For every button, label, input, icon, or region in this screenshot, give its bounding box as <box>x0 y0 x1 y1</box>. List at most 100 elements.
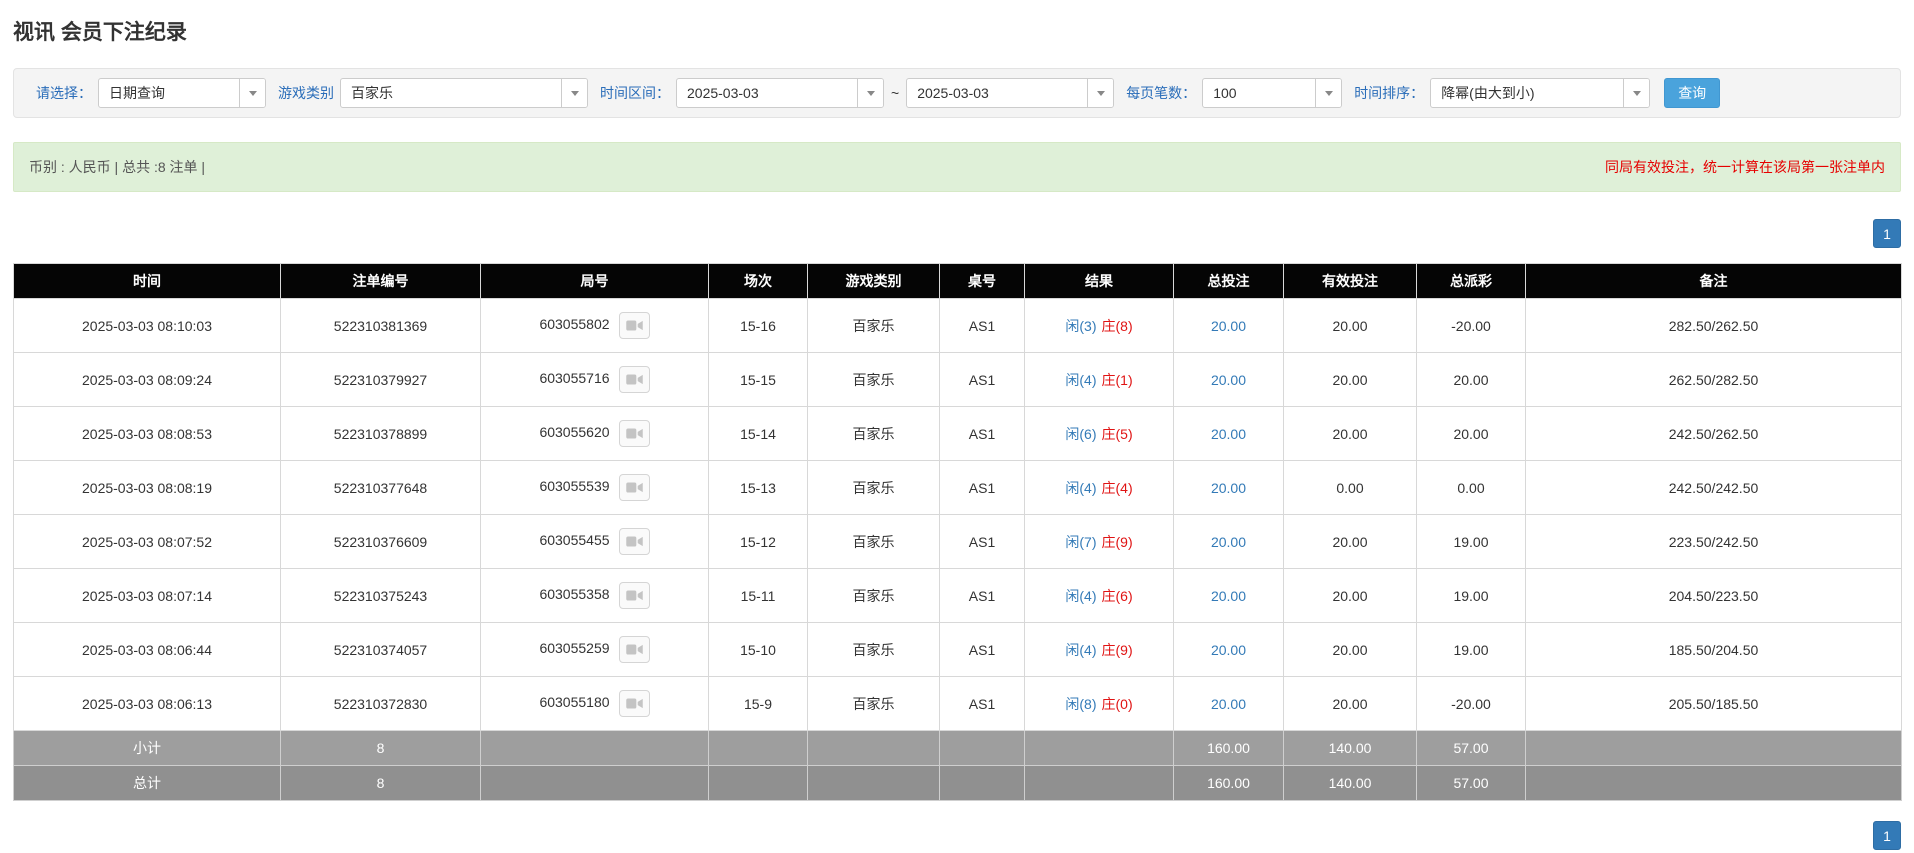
cell-remark: 185.50/204.50 <box>1525 622 1902 677</box>
game-type-input[interactable] <box>341 79 561 107</box>
page-size-dropdown-button[interactable] <box>1315 79 1342 107</box>
total-bet-link[interactable]: 20.00 <box>1211 534 1246 550</box>
cell-payout: 20.00 <box>1416 352 1526 407</box>
video-replay-button[interactable] <box>618 690 650 717</box>
cell-table-no: AS1 <box>939 676 1025 731</box>
total-bet-link[interactable]: 20.00 <box>1211 372 1246 388</box>
search-button[interactable]: 查询 <box>1664 78 1721 108</box>
result-player: 闲(6) <box>1065 425 1097 442</box>
subtotal-total-bet: 160.00 <box>1173 730 1284 766</box>
round-id-text: 603055802 <box>539 316 610 333</box>
cell-game: 百家乐 <box>807 352 940 407</box>
video-replay-button[interactable] <box>618 636 650 663</box>
cell-valid-bet: 20.00 <box>1283 298 1417 353</box>
video-camera-icon <box>625 320 643 331</box>
game-type-dropdown-button[interactable] <box>561 79 587 107</box>
cell-session: 15-12 <box>708 514 808 569</box>
cell-bet-id: 522310377648 <box>280 460 481 515</box>
cell-round-id: 603055802 <box>480 298 709 353</box>
col-header-bet-id: 注单编号 <box>280 263 481 299</box>
cell-round-id: 603055539 <box>480 460 709 515</box>
cell-bet-id: 522310378899 <box>280 406 481 461</box>
total-bet-link[interactable]: 20.00 <box>1211 696 1246 712</box>
cell-time: 2025-03-03 08:06:13 <box>13 676 281 731</box>
cell-round-id: 603055620 <box>480 406 709 461</box>
range-separator: ~ <box>891 85 900 101</box>
cell-time: 2025-03-03 08:08:53 <box>13 406 281 461</box>
grand-total-valid-bet: 140.00 <box>1283 765 1417 801</box>
table-row: 2025-03-03 08:09:24 522310379927 6030557… <box>13 352 1902 407</box>
cell-bet-id: 522310379927 <box>280 352 481 407</box>
col-header-result: 结果 <box>1024 263 1174 299</box>
video-replay-button[interactable] <box>618 312 650 339</box>
video-replay-button[interactable] <box>618 582 650 609</box>
game-type-combobox <box>340 78 588 108</box>
video-replay-button[interactable] <box>618 474 650 501</box>
video-camera-icon <box>625 428 643 439</box>
date-type-dropdown-button[interactable] <box>239 79 265 107</box>
page-1-button[interactable]: 1 <box>1873 821 1901 850</box>
total-bet-link[interactable]: 20.00 <box>1211 588 1246 604</box>
date-to-input[interactable] <box>907 79 1088 107</box>
caret-down-icon <box>570 90 579 96</box>
total-bet-link[interactable]: 20.00 <box>1211 318 1246 334</box>
cell-table-no: AS1 <box>939 622 1025 677</box>
cell-result: 闲(4) 庄(9) <box>1024 622 1174 677</box>
page-1-button[interactable]: 1 <box>1873 219 1901 248</box>
date-from-input[interactable] <box>677 79 857 107</box>
result-banker: 庄(9) <box>1101 533 1133 550</box>
date-type-input[interactable] <box>99 79 239 107</box>
cell-bet-id: 522310376609 <box>280 514 481 569</box>
round-id-text: 603055259 <box>539 640 610 657</box>
round-id-text: 603055455 <box>539 532 610 549</box>
grand-total-label: 总计 <box>13 765 281 801</box>
cell-total-bet: 20.00 <box>1173 460 1284 515</box>
cell-table-no: AS1 <box>939 298 1025 353</box>
select-type-label: 请选择： <box>36 85 92 101</box>
round-id-text: 603055180 <box>539 694 610 711</box>
cell-payout: 19.00 <box>1416 622 1526 677</box>
cell-remark: 205.50/185.50 <box>1525 676 1902 731</box>
total-bet-link[interactable]: 20.00 <box>1211 426 1246 442</box>
date-to-dropdown-button[interactable] <box>1087 79 1114 107</box>
cell-valid-bet: 0.00 <box>1283 460 1417 515</box>
cell-game: 百家乐 <box>807 406 940 461</box>
cell-time: 2025-03-03 08:06:44 <box>13 622 281 677</box>
result-player: 闲(8) <box>1065 695 1097 712</box>
col-header-remark: 备注 <box>1525 263 1902 299</box>
total-bet-link[interactable]: 20.00 <box>1211 480 1246 496</box>
grand-total-total-bet: 160.00 <box>1173 765 1284 801</box>
table-row: 2025-03-03 08:08:19 522310377648 6030555… <box>13 460 1902 515</box>
cell-total-bet: 20.00 <box>1173 352 1284 407</box>
video-replay-button[interactable] <box>618 366 650 393</box>
subtotal-valid-bet: 140.00 <box>1283 730 1417 766</box>
time-sort-input[interactable] <box>1431 79 1624 107</box>
cell-session: 15-11 <box>708 568 808 623</box>
cell-total-bet: 20.00 <box>1173 568 1284 623</box>
cell-time: 2025-03-03 08:07:52 <box>13 514 281 569</box>
video-replay-button[interactable] <box>618 420 650 447</box>
cell-bet-id: 522310372830 <box>280 676 481 731</box>
col-header-round-id: 局号 <box>480 263 709 299</box>
page-size-input[interactable] <box>1203 79 1316 107</box>
cell-remark: 262.50/282.50 <box>1525 352 1902 407</box>
round-id-text: 603055539 <box>539 478 610 495</box>
video-camera-icon <box>625 698 643 709</box>
time-sort-label: 时间排序： <box>1354 85 1425 101</box>
cell-total-bet: 20.00 <box>1173 298 1284 353</box>
cell-time: 2025-03-03 08:08:19 <box>13 460 281 515</box>
summary-bar: 币别 : 人民币 | 总共 :8 注单 | 同局有效投注，统一计算在该局第一张注… <box>13 142 1901 192</box>
cell-session: 15-13 <box>708 460 808 515</box>
cell-round-id: 603055259 <box>480 622 709 677</box>
cell-table-no: AS1 <box>939 352 1025 407</box>
cell-payout: 19.00 <box>1416 568 1526 623</box>
cell-result: 闲(6) 庄(5) <box>1024 406 1174 461</box>
table-row: 2025-03-03 08:07:52 522310376609 6030554… <box>13 514 1902 569</box>
caret-down-icon <box>248 90 257 96</box>
cell-time: 2025-03-03 08:09:24 <box>13 352 281 407</box>
video-replay-button[interactable] <box>618 528 650 555</box>
total-bet-link[interactable]: 20.00 <box>1211 642 1246 658</box>
time-sort-dropdown-button[interactable] <box>1623 79 1650 107</box>
date-from-dropdown-button[interactable] <box>857 79 883 107</box>
result-player: 闲(4) <box>1065 641 1097 658</box>
